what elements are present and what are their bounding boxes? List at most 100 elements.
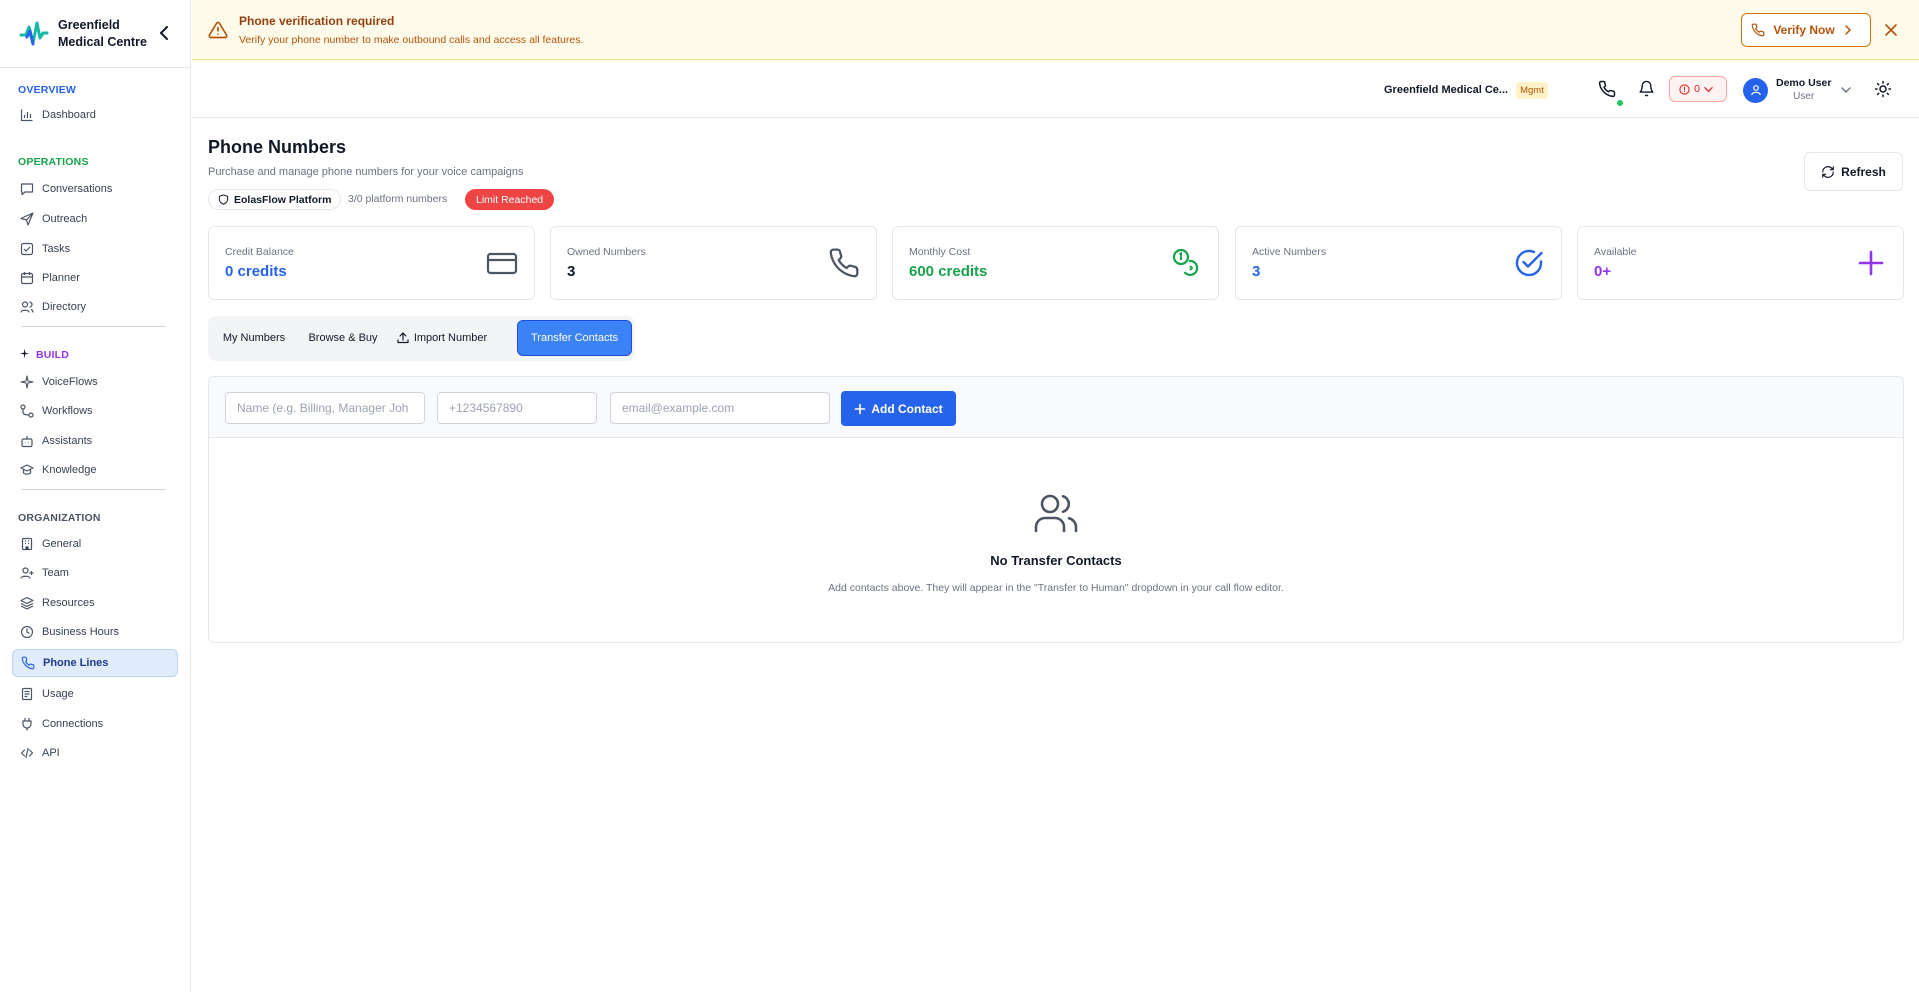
stat-value: 0+ bbox=[1594, 263, 1612, 280]
banner-title: Phone verification required bbox=[239, 14, 395, 28]
alerts-dropdown[interactable]: 0 bbox=[1669, 76, 1727, 102]
user-meta: Demo User User bbox=[1776, 76, 1831, 104]
chart-icon bbox=[20, 108, 34, 122]
calendar-icon bbox=[20, 271, 34, 285]
stat-card-credit-balance: Credit Balance 0 credits bbox=[208, 226, 535, 300]
phone-icon[interactable] bbox=[1598, 80, 1616, 98]
user-plus-icon bbox=[20, 566, 34, 580]
verification-banner: Phone verification required Verify your … bbox=[192, 0, 1919, 60]
sidebar-item-knowledge[interactable]: Knowledge bbox=[12, 457, 178, 483]
refresh-button[interactable]: Refresh bbox=[1804, 152, 1903, 191]
stat-card-active-numbers: Active Numbers 3 bbox=[1235, 226, 1562, 300]
close-icon[interactable] bbox=[1884, 23, 1898, 37]
sidebar-item-voiceflows[interactable]: VoiceFlows bbox=[12, 369, 178, 395]
alerts-count: 0 bbox=[1694, 83, 1700, 95]
upload-icon bbox=[397, 332, 409, 344]
building-icon bbox=[20, 537, 34, 551]
stat-label: Monthly Cost bbox=[909, 246, 971, 258]
contact-phone-input[interactable] bbox=[437, 392, 597, 424]
tab-transfer-contacts[interactable]: Transfer Contacts bbox=[517, 320, 632, 356]
phone-icon bbox=[828, 247, 860, 279]
logo-icon bbox=[18, 18, 50, 50]
graduation-icon bbox=[20, 463, 34, 477]
sidebar-item-label: API bbox=[42, 747, 60, 759]
sidebar-item-workflows[interactable]: Workflows bbox=[12, 398, 178, 424]
add-contact-form: Add Contact bbox=[209, 377, 1903, 438]
verify-now-button[interactable]: Verify Now bbox=[1741, 13, 1871, 47]
plug-icon bbox=[20, 717, 34, 731]
plus-icon bbox=[1855, 247, 1887, 279]
bell-icon[interactable] bbox=[1638, 80, 1655, 97]
users-icon bbox=[1032, 489, 1080, 537]
sidebar-item-connections[interactable]: Connections bbox=[12, 711, 178, 737]
sidebar-item-label: Knowledge bbox=[42, 464, 97, 476]
sidebar-item-label: Phone Lines bbox=[43, 657, 109, 669]
tab-my-numbers[interactable]: My Numbers bbox=[213, 320, 295, 356]
tab-browse-buy[interactable]: Browse & Buy bbox=[301, 320, 385, 356]
platform-badge: EolasFlow Platform bbox=[208, 189, 342, 210]
bot-icon bbox=[20, 434, 34, 448]
sidebar-item-label: Team bbox=[42, 567, 69, 579]
sidebar-item-phone-lines[interactable]: Phone Lines bbox=[12, 649, 178, 677]
org-switcher[interactable]: Greenfield Medical Ce... Mgmt bbox=[1375, 76, 1548, 104]
stat-card-monthly-cost: Monthly Cost 600 credits bbox=[892, 226, 1219, 300]
sidebar-item-label: Directory bbox=[42, 301, 87, 313]
layers-icon bbox=[20, 596, 34, 610]
sidebar-item-business-hours[interactable]: Business Hours bbox=[12, 619, 178, 645]
plus-icon bbox=[854, 403, 866, 415]
add-contact-button[interactable]: Add Contact bbox=[841, 391, 956, 426]
tab-label: Browse & Buy bbox=[308, 332, 378, 344]
sidebar-item-label: Workflows bbox=[42, 405, 93, 417]
online-status-dot bbox=[1616, 99, 1624, 107]
phone-icon bbox=[1751, 23, 1765, 37]
page-title: Phone Numbers bbox=[208, 137, 347, 157]
credit-card-icon bbox=[486, 247, 518, 279]
stat-value: 3 bbox=[1252, 263, 1261, 280]
user-menu[interactable]: Demo User User bbox=[1743, 74, 1863, 106]
section-label-overview: OVERVIEW bbox=[18, 84, 77, 96]
contact-email-input[interactable] bbox=[610, 392, 830, 424]
sidebar-item-dashboard[interactable]: Dashboard bbox=[12, 102, 178, 128]
sidebar-item-planner[interactable]: Planner bbox=[12, 265, 178, 291]
sidebar-item-resources[interactable]: Resources bbox=[12, 590, 178, 616]
verify-now-label: Verify Now bbox=[1773, 23, 1835, 37]
brand-name: Greenfield Medical Centre bbox=[58, 17, 147, 49]
sidebar-item-assistants[interactable]: Assistants bbox=[12, 428, 178, 454]
sidebar-item-label: Tasks bbox=[42, 243, 71, 255]
empty-state-title: No Transfer Contacts bbox=[990, 553, 1122, 568]
stat-label: Active Numbers bbox=[1252, 246, 1327, 258]
add-contact-label: Add Contact bbox=[871, 401, 943, 416]
section-label-operations: OPERATIONS bbox=[18, 156, 89, 168]
code-icon bbox=[20, 746, 34, 760]
chevron-right-icon bbox=[1843, 25, 1853, 35]
sidebar-item-api[interactable]: API bbox=[12, 740, 178, 766]
checklist-icon bbox=[20, 242, 34, 256]
nav-divider bbox=[22, 326, 166, 327]
sidebar-item-outreach[interactable]: Outreach bbox=[12, 206, 178, 232]
sidebar-item-conversations[interactable]: Conversations bbox=[12, 176, 178, 202]
sidebar-item-label: Conversations bbox=[42, 183, 113, 195]
top-header: Greenfield Medical Ce... Mgmt 0 Demo Use… bbox=[192, 61, 1919, 118]
phone-icon bbox=[21, 656, 35, 670]
tab-label: Transfer Contacts bbox=[530, 332, 618, 344]
tab-import-number[interactable]: Import Number bbox=[392, 320, 492, 356]
refresh-icon bbox=[1821, 165, 1835, 179]
contact-name-input[interactable] bbox=[225, 392, 425, 424]
refresh-label: Refresh bbox=[1841, 164, 1886, 179]
sidebar-item-usage[interactable]: Usage bbox=[12, 681, 178, 707]
stat-value: 600 credits bbox=[909, 263, 988, 280]
sidebar-item-directory[interactable]: Directory bbox=[12, 294, 178, 320]
warning-icon bbox=[208, 20, 228, 40]
sparkle-icon bbox=[20, 375, 34, 389]
sparkle-icon bbox=[19, 348, 30, 359]
avatar bbox=[1743, 77, 1768, 103]
sidebar-item-tasks[interactable]: Tasks bbox=[12, 236, 178, 262]
sidebar-item-team[interactable]: Team bbox=[12, 560, 178, 586]
sidebar-item-label: Resources bbox=[42, 597, 95, 609]
stat-value: 0 credits bbox=[225, 263, 287, 280]
sidebar-item-general[interactable]: General bbox=[12, 531, 178, 557]
sun-icon[interactable] bbox=[1874, 80, 1892, 98]
user-role: User bbox=[1793, 91, 1815, 102]
stat-card-available: Available 0+ bbox=[1577, 226, 1904, 300]
chevron-left-icon[interactable] bbox=[158, 26, 170, 40]
